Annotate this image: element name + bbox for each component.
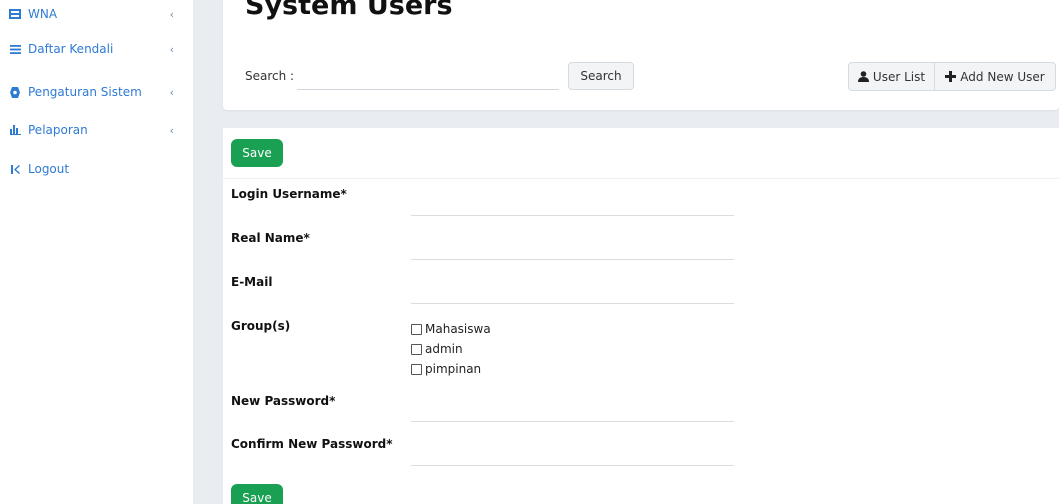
search-label: Search : (245, 69, 295, 83)
sidebar-item-label: Daftar Kendali (28, 42, 114, 56)
sidebar-item-daftar-kendali[interactable]: Daftar Kendali ‹ (8, 37, 186, 61)
search-input[interactable] (297, 64, 559, 90)
group-checkbox-mahasiswa[interactable]: Mahasiswa (411, 322, 491, 336)
confirm-password-label: Confirm New Password* (231, 437, 393, 451)
email-label: E-Mail (231, 275, 273, 289)
page-title: System Users (245, 0, 453, 21)
sidebar: WNA ‹ Daftar Kendali ‹ Pengaturan Sistem… (0, 0, 193, 504)
gear-icon (8, 85, 22, 99)
header-card: System Users Search : Search User List A… (223, 0, 1059, 110)
checkbox[interactable] (411, 343, 422, 355)
sidebar-item-label: WNA (28, 7, 58, 21)
user-list-label: User List (872, 69, 926, 84)
group-label: Mahasiswa (425, 322, 491, 336)
save-button[interactable]: Save (231, 139, 283, 167)
chevron-left-icon: ‹ (169, 7, 174, 21)
password-label: New Password* (231, 394, 336, 408)
save-button-bottom[interactable]: Save (231, 484, 283, 504)
user-icon (857, 71, 869, 82)
sidebar-item-wna[interactable]: WNA ‹ (8, 2, 186, 26)
email-field[interactable] (411, 303, 734, 304)
plus-icon (945, 71, 957, 82)
list-icon (8, 7, 22, 21)
user-form-card: Save Login Username* Real Name* E-Mail G… (223, 128, 1059, 504)
logout-icon (8, 162, 22, 176)
chevron-left-icon: ‹ (169, 42, 174, 56)
user-actions-group: User List Add New User (848, 62, 1056, 91)
username-label: Login Username* (231, 187, 347, 201)
checkbox[interactable] (411, 363, 422, 375)
group-checkbox-admin[interactable]: admin (411, 342, 463, 356)
sidebar-item-label: Pelaporan (28, 123, 88, 137)
sidebar-item-pelaporan[interactable]: Pelaporan ‹ (8, 118, 186, 142)
sidebar-item-logout[interactable]: Logout (8, 157, 186, 181)
sidebar-item-pengaturan-sistem[interactable]: Pengaturan Sistem ‹ (8, 80, 186, 104)
groups-label: Group(s) (231, 319, 291, 333)
username-field[interactable] (411, 215, 734, 216)
add-new-user-button[interactable]: Add New User (935, 63, 1055, 90)
chevron-left-icon: ‹ (169, 123, 174, 137)
search-button[interactable]: Search (568, 62, 634, 90)
sidebar-item-label: Pengaturan Sistem (28, 85, 142, 99)
menu-icon (8, 42, 22, 56)
password-field[interactable] (411, 421, 734, 422)
user-list-button[interactable]: User List (849, 63, 935, 90)
checkbox[interactable] (411, 323, 422, 335)
sidebar-item-label: Logout (28, 162, 70, 176)
group-label: admin (425, 342, 463, 356)
realname-field[interactable] (411, 259, 734, 260)
add-new-user-label: Add New User (960, 69, 1045, 84)
realname-label: Real Name* (231, 231, 310, 245)
group-label: pimpinan (425, 362, 482, 376)
chevron-left-icon: ‹ (169, 85, 174, 99)
confirm-password-field[interactable] (411, 465, 734, 466)
divider (223, 178, 1059, 179)
group-checkbox-pimpinan[interactable]: pimpinan (411, 362, 481, 376)
bar-chart-icon (8, 123, 22, 137)
